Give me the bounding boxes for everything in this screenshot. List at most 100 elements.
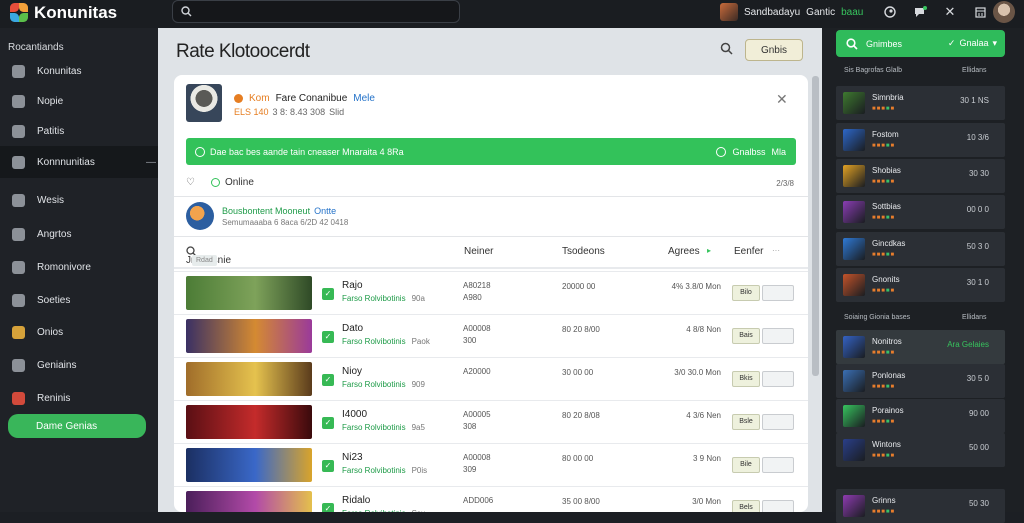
row-secondary-button[interactable] [762,285,794,301]
sidebar-item[interactable]: Geniains [0,349,158,381]
game-name[interactable]: Rajo [342,280,363,291]
chat-icon[interactable] [912,4,928,20]
game-name[interactable]: Dato [342,323,363,334]
game-list-item[interactable]: Gnonits ■■■■■ 30 1 0 [836,268,1005,302]
row-action-button[interactable]: Bilo [732,285,760,301]
group-title: Bousbontent Mooneut [222,206,311,216]
list-header-right: Ellidans [962,67,987,74]
sidebar-item[interactable]: Nopie [0,85,158,117]
game-extra: 909 [411,380,425,389]
table-row[interactable]: ✓ Rajo Farso Rolvibotinis 90a A80218 A980 2000… [174,271,808,314]
game-thumbnail[interactable] [186,405,312,439]
close-icon[interactable]: ✕ [942,4,958,20]
user-name: Sandbadayu [744,6,801,18]
steam-icon[interactable] [882,4,898,20]
game-icon [843,370,865,392]
community-card: Kom Fare Conanibue Mele ELS 140 3 8: 8.4… [174,75,808,512]
table-header: Jnlntosnie Rdad Neiner Tsodeons Agrees ▸… [174,237,808,267]
game-list-item[interactable]: Grinns ■■■■■ 50 30 [836,489,1005,523]
column-c4[interactable]: Eenfer [734,246,763,257]
game-name[interactable]: Ridalo [342,495,370,506]
game-thumbnail[interactable] [186,319,312,353]
sidebar-item[interactable]: Angrtos [0,218,158,250]
games-panel-header[interactable]: Gnimbes ✓ Gnalaa ▾ [836,30,1005,57]
game-thumbnail[interactable] [186,276,312,310]
game-thumbnail[interactable] [186,491,312,512]
platform-icon: ✓ [322,374,334,386]
column-c3[interactable]: Agrees [668,246,700,257]
game-name[interactable]: I4000 [342,409,367,420]
sidebar-item[interactable]: Patitis [0,115,158,147]
sidebar-action-button[interactable]: Dame Genias [8,414,146,438]
cell-c2: 35 00 8/00 [562,497,600,506]
cell-c1a: A00008 [463,453,491,462]
row-action-button[interactable]: Bile [732,457,760,473]
status-banner[interactable]: Dae bac bes aande tain cneaser Mnaraita … [186,138,796,165]
sidebar-item[interactable]: Soeties [0,284,158,316]
calendar-icon[interactable] [972,4,988,20]
game-thumbnail[interactable] [186,448,312,482]
row-secondary-button[interactable] [762,328,794,344]
sort-icon[interactable]: ▸ [707,246,711,255]
game-icon [843,495,865,517]
game-name[interactable]: Nioy [342,366,362,377]
list-header: Soiaing Gionia bases Ellidans [844,314,987,321]
row-action-button[interactable]: Bais [732,328,760,344]
collapse-icon[interactable]: — [146,157,156,168]
filter-button[interactable]: Gnbis [745,39,803,61]
game-list-item[interactable]: Sottbias ■■■■■ 00 0 0 [836,195,1005,229]
sidebar-item[interactable]: Konunitas [0,55,158,87]
column-chip[interactable]: Rdad [192,255,217,266]
sidebar-item[interactable]: Reninis [0,382,158,414]
banner-right-label: Gnalbss [732,146,766,157]
panel-title: Gnimbes [866,38,903,49]
game-list-item[interactable]: Fostom ■■■■■ 10 3/6 [836,123,1005,157]
row-action-button[interactable]: Bkis [732,371,760,387]
column-options-icon[interactable]: ··· [772,246,780,255]
row-action-button[interactable]: Bsle [732,414,760,430]
app-logo[interactable]: Konunitas [8,2,117,24]
profile-badge: Kom [249,93,270,104]
game-thumbnail[interactable] [186,362,312,396]
sidebar-item[interactable]: Konnnunitias — [0,146,158,178]
search-input[interactable] [172,0,460,23]
profile-avatar[interactable] [993,1,1015,23]
chevron-down-icon[interactable]: ▾ [992,38,997,49]
table-row[interactable]: ✓ Dato Farso Rolvibotinis Paok A00008 300 80 2… [174,314,808,357]
game-list-name: Fostom [872,130,899,139]
rating-icon: ■■■■■ [872,179,896,185]
game-list-item[interactable]: Porainos ■■■■■ 90 00 [836,399,1005,433]
game-list-item[interactable]: Ponlonas ■■■■■ 30 5 0 [836,364,1005,398]
row-secondary-button[interactable] [762,371,794,387]
game-list-item[interactable]: Wintons ■■■■■ 50 00 [836,433,1005,467]
scrollbar[interactable] [812,76,819,376]
sidebar-item[interactable]: Wesis [0,184,158,216]
row-action-button[interactable]: Bels [732,500,760,512]
row-secondary-button[interactable] [762,457,794,473]
table-row[interactable]: ✓ I4000 Farso Rolvibotinis 9a5 A00005 308 80 2… [174,400,808,443]
user-menu[interactable]: Sandbadayu Gantic baau [720,3,863,21]
game-icon [843,405,865,427]
game-list-item[interactable]: Nonitros ■■■■■ Ara Gelaies [836,330,1005,364]
chart-icon [12,293,25,307]
game-list-item[interactable]: Simnbria ■■■■■ 30 1 NS [836,86,1005,120]
close-icon[interactable]: ✕ [776,91,788,108]
table-row[interactable]: ✓RidaloFarso RolvibotinisSsuADD00635 00 … [174,486,808,512]
cell-c2: 80 20 8/00 [562,325,600,334]
heart-icon[interactable]: ♡ [186,177,195,188]
sidebar-item[interactable]: Romonivore [0,251,158,283]
row-secondary-button[interactable] [762,414,794,430]
sidebar-item-label: Angrtos [37,228,72,240]
divider [174,267,808,269]
search-icon[interactable] [720,42,733,60]
game-name[interactable]: Ni23 [342,452,363,463]
table-row[interactable]: ✓ Nioy Farso Rolvibotinis 909 A20000 30 00 00… [174,357,808,400]
sidebar-item[interactable]: Onios [0,316,158,348]
column-c2[interactable]: Tsodeons [562,246,605,257]
game-list-item[interactable]: Gincdkas ■■■■■ 50 3 0 [836,232,1005,266]
table-row[interactable]: ✓ Ni23 Farso Rolvibotinis P0is A00008 309 80 0… [174,443,808,486]
game-icon [843,92,865,114]
row-secondary-button[interactable] [762,500,794,512]
game-list-item[interactable]: Shobias ■■■■■ 30 30 [836,159,1005,193]
column-c1[interactable]: Neiner [464,246,493,257]
